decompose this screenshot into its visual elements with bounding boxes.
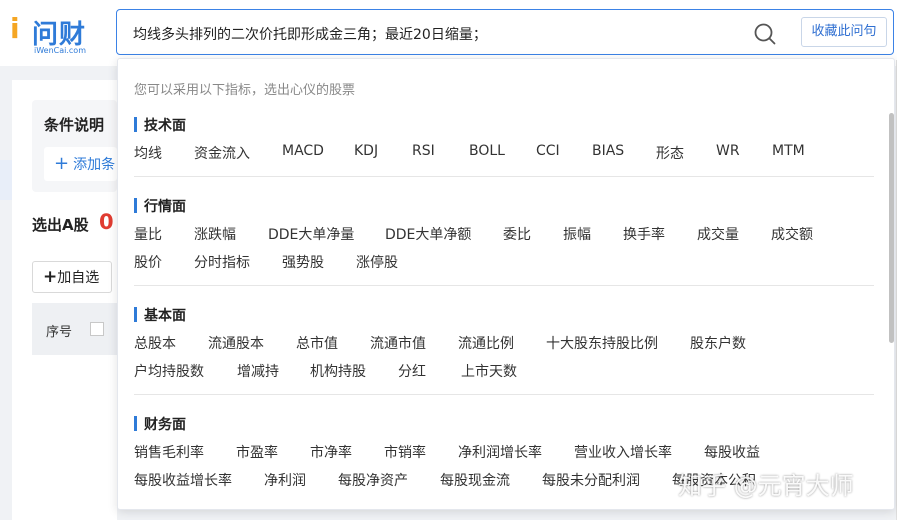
select-all-checkbox[interactable] xyxy=(90,322,104,336)
add-condition-button[interactable]: + 添加条 xyxy=(44,147,117,181)
indicator-item[interactable]: 涨跌幅 xyxy=(194,224,236,244)
indicator-item[interactable]: 资金流入 xyxy=(194,143,250,163)
indicator-dropdown: 您可以采用以下指标，选出心仪的股票 技术面均线 资金流入 MACD KDJ RSI BOL… xyxy=(117,58,895,510)
indicator-item[interactable]: 每股未分配利润 xyxy=(542,470,640,490)
watermark: 知乎 @元宵大师 xyxy=(678,472,854,500)
plus-icon: + xyxy=(43,267,58,287)
indicator-item[interactable]: 总股本 xyxy=(134,333,176,353)
indicator-item[interactable]: 流通市值 xyxy=(370,333,426,353)
add-watchlist-button[interactable]: +加自选 xyxy=(32,261,112,293)
indicator-item[interactable]: 流通股本 xyxy=(208,333,264,353)
left-edge-highlight xyxy=(0,160,12,200)
indicator-item[interactable]: 每股收益 xyxy=(704,442,760,462)
indicator-item[interactable]: 成交额 xyxy=(771,224,813,244)
indicator-item[interactable]: BIAS xyxy=(592,143,624,159)
indicator-item[interactable]: 量比 xyxy=(134,224,162,244)
section-title: 基本面 xyxy=(134,305,186,325)
indicator-item[interactable]: 上市天数 xyxy=(461,361,517,381)
selected-a-shares-label: 选出A股 xyxy=(32,216,89,234)
indicator-item[interactable]: 形态 xyxy=(656,143,684,163)
indicator-item[interactable]: 每股现金流 xyxy=(440,470,510,490)
indicator-item[interactable]: 户均持股数 xyxy=(134,361,204,381)
indicator-item[interactable]: WR xyxy=(716,143,740,159)
logo-domain: iWenCai.com xyxy=(34,46,86,55)
indicator-item[interactable]: MACD xyxy=(282,143,324,159)
plus-icon: + xyxy=(54,153,70,174)
indicator-item[interactable]: 机构持股 xyxy=(310,361,366,381)
indicator-item[interactable]: 营业收入增长率 xyxy=(574,442,672,462)
indicator-item[interactable]: 涨停股 xyxy=(356,252,398,272)
indicator-item[interactable]: 总市值 xyxy=(296,333,338,353)
indicator-item[interactable]: DDE大单净量 xyxy=(268,224,354,244)
section-title: 财务面 xyxy=(134,414,186,434)
indicator-item[interactable]: 股价 xyxy=(134,252,162,272)
indicator-item[interactable]: 分红 xyxy=(398,361,426,381)
section-divider xyxy=(134,176,874,177)
indicator-item[interactable]: BOLL xyxy=(469,143,505,159)
indicator-item[interactable]: RSI xyxy=(412,143,435,159)
indicator-item[interactable]: MTM xyxy=(772,143,805,159)
add-watchlist-label: 加自选 xyxy=(57,270,100,286)
condition-title: 条件说明 xyxy=(44,116,105,134)
indicator-item[interactable]: 委比 xyxy=(503,224,531,244)
table-header: 序号 xyxy=(32,303,117,355)
indicator-item[interactable]: 增减持 xyxy=(237,361,279,381)
section-divider xyxy=(134,285,874,286)
section-title: 技术面 xyxy=(134,115,186,135)
search-query[interactable]: 均线多头排列的二次价托即形成金三角；最近20日缩量； xyxy=(133,24,487,44)
indicator-item[interactable]: 销售毛利率 xyxy=(134,442,204,462)
logo-mark: i xyxy=(10,12,20,45)
indicator-item[interactable]: 每股净资产 xyxy=(338,470,408,490)
indicator-item[interactable]: 强势股 xyxy=(282,252,324,272)
indicator-item[interactable]: 分时指标 xyxy=(194,252,250,272)
indicator-item[interactable]: 市销率 xyxy=(384,442,426,462)
indicator-item[interactable]: 净利润增长率 xyxy=(458,442,542,462)
indicator-item[interactable]: 净利润 xyxy=(264,470,306,490)
iwencai-logo[interactable]: i 问财 iWenCai.com xyxy=(10,12,100,56)
search-icon[interactable] xyxy=(754,23,776,45)
save-query-button[interactable]: 收藏此问句 xyxy=(801,17,887,47)
indicator-item[interactable]: 换手率 xyxy=(623,224,665,244)
indicator-item[interactable]: 股东户数 xyxy=(690,333,746,353)
dropdown-scrollbar[interactable] xyxy=(889,113,894,343)
indicator-item[interactable]: 市净率 xyxy=(310,442,352,462)
indicator-item[interactable]: 均线 xyxy=(134,143,162,163)
indicator-item[interactable]: 成交量 xyxy=(697,224,739,244)
indicator-item[interactable]: DDE大单净额 xyxy=(385,224,471,244)
indicator-item[interactable]: 流通比例 xyxy=(458,333,514,353)
indicator-item[interactable]: KDJ xyxy=(354,143,378,159)
selected-count: 0 xyxy=(99,210,114,234)
indicator-item[interactable]: 振幅 xyxy=(563,224,591,244)
search-box[interactable]: 均线多头排列的二次价托即形成金三角；最近20日缩量； 收藏此问句 xyxy=(116,9,894,55)
indicator-item[interactable]: 市盈率 xyxy=(236,442,278,462)
indicator-item[interactable]: 每股收益增长率 xyxy=(134,470,232,490)
top-bar: i 问财 iWenCai.com 均线多头排列的二次价托即形成金三角；最近20日… xyxy=(0,0,897,66)
add-condition-label: 添加条 xyxy=(73,157,116,173)
column-seq: 序号 xyxy=(46,325,73,340)
dropdown-hint: 您可以采用以下指标，选出心仪的股票 xyxy=(134,83,356,98)
indicator-item[interactable]: CCI xyxy=(536,143,560,159)
section-title: 行情面 xyxy=(134,196,186,216)
indicator-item[interactable]: 十大股东持股比例 xyxy=(546,333,658,353)
section-divider xyxy=(134,394,874,395)
